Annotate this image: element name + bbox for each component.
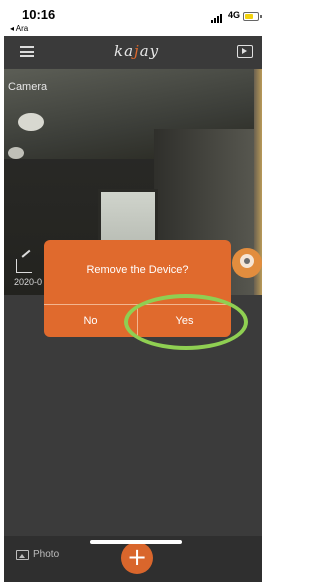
no-button[interactable]: No [44,305,137,337]
camera-date: 2020-0 [14,277,43,287]
signal-icon [211,14,222,23]
share-icon[interactable] [16,259,32,273]
status-bar: 10:16 ◂ Ara 4G [0,0,268,36]
photo-button[interactable]: Photo [16,549,59,560]
add-device-button[interactable]: + [121,542,153,574]
network-type: 4G [228,10,241,20]
remove-device-dialog: Remove the Device? No Yes [44,240,231,337]
device-avatar-button[interactable] [232,248,262,278]
yes-button[interactable]: Yes [138,305,231,337]
camera-title: Camera [8,81,48,93]
battery-tip [260,15,262,18]
dialog-message: Remove the Device? [86,264,189,276]
camera-image-lamp [8,147,24,159]
app-logo: kajay [114,42,160,60]
battery-icon [243,12,259,21]
camera-image-lamp [18,113,44,131]
photo-icon [16,549,29,560]
tv-icon[interactable] [237,45,253,58]
home-indicator [90,540,182,544]
status-time: 10:16 [22,7,56,22]
hamburger-icon[interactable] [20,46,34,57]
app-header: kajay [4,36,262,68]
photo-label: Photo [33,549,60,560]
back-to-app-link[interactable]: ◂ Ara [10,24,28,33]
